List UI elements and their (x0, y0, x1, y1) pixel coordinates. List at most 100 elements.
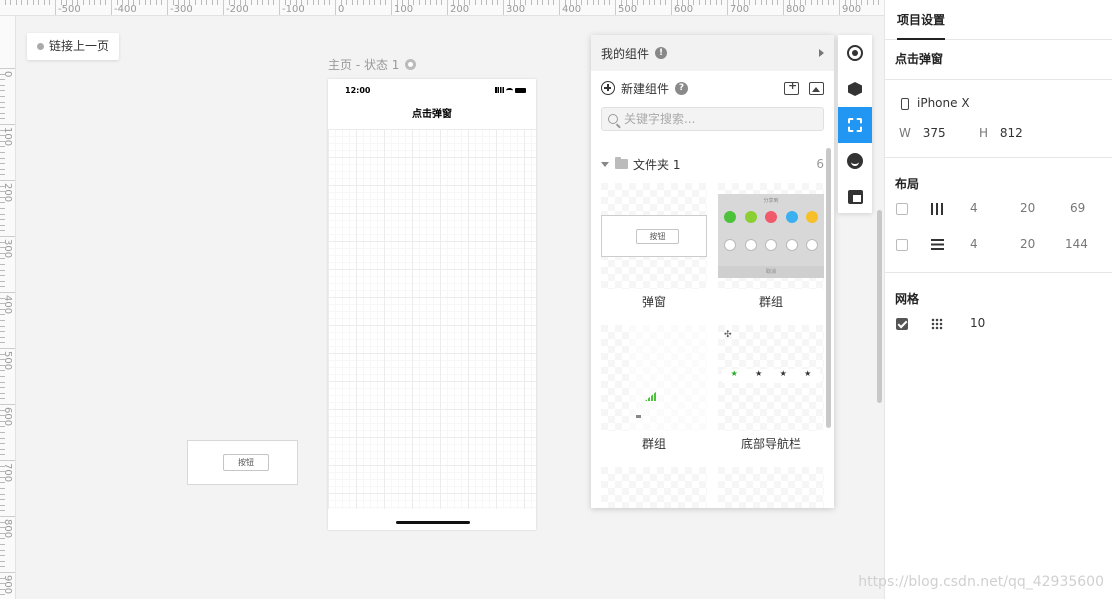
layout-columns-checkbox[interactable] (896, 203, 908, 215)
component-thumb-bottom-nav[interactable]: ✣ ★ ★ ★ ★ (718, 325, 824, 431)
target-tool-button[interactable] (838, 35, 872, 71)
bottom-nav-preview: ★ ★ ★ ★ (722, 369, 820, 383)
ruler-tick (783, 0, 784, 15)
ruler-tick (4, 0, 6, 5)
ruler-tick (0, 404, 15, 405)
rows-count[interactable]: 4 (970, 237, 978, 251)
ruler-tick (0, 572, 15, 573)
new-component-label[interactable]: 新建组件 (621, 80, 669, 97)
ruler-tick (861, 0, 863, 5)
component-thumb-share-group[interactable]: 分享到 取消 (718, 183, 824, 289)
tab-project-settings-label: 项目设置 (897, 0, 946, 40)
floating-button-widget[interactable]: 按钮 (187, 440, 298, 485)
watermark: https://blog.csdn.net/qq_42935600 (858, 574, 1104, 590)
my-components-tool-button[interactable] (838, 107, 872, 143)
link-back-button[interactable]: 链接上一页 (27, 33, 120, 60)
ruler-label: 400 (562, 4, 582, 15)
widget-button[interactable]: 按钮 (223, 454, 269, 471)
add-circle-icon[interactable] (601, 81, 615, 95)
ruler-tick (0, 555, 5, 557)
chevron-right-icon[interactable] (819, 49, 824, 57)
ruler-tick (811, 0, 812, 5)
ruler-tick (878, 0, 880, 5)
moments-icon (744, 211, 757, 223)
ruler-tick (318, 0, 320, 5)
folder-icon (615, 157, 628, 169)
grid-checkbox[interactable] (896, 318, 908, 330)
component-thumb-more[interactable] (718, 467, 824, 508)
folder-row[interactable]: 文件夹 1 6 (591, 153, 834, 175)
ruler-label: -300 (170, 4, 193, 15)
page-settings-icon[interactable] (405, 59, 417, 70)
signal-icon (495, 87, 504, 93)
width-value[interactable]: 375 (923, 126, 946, 140)
library-header[interactable]: 我的组件 ! (591, 35, 834, 71)
width-field[interactable]: W 375 (899, 126, 946, 140)
ruler-tick (665, 0, 667, 5)
phone-status-bar: 12:00 (328, 79, 536, 101)
tab-project-settings[interactable]: 项目设置 (885, 0, 1112, 40)
ruler-tick (27, 0, 28, 5)
rows-icon (931, 239, 944, 250)
rows-size[interactable]: 144 (1065, 237, 1088, 251)
ruler-tick (749, 0, 751, 5)
info-icon[interactable]: ! (655, 47, 668, 59)
artboard-grid (328, 129, 536, 509)
layout-icon (847, 190, 863, 204)
project-settings-panel: 项目设置 点击弹窗 iPhone X W 375 H 812 布局 4 20 6… (858, 0, 1112, 599)
ruler-tick (391, 0, 392, 15)
layout-rows-checkbox[interactable] (896, 239, 908, 251)
canvas-scrollbar[interactable] (877, 210, 882, 403)
help-icon[interactable]: ? (675, 81, 689, 95)
grid-dots-icon (931, 318, 943, 330)
device-selector[interactable]: iPhone X (901, 96, 970, 110)
ruler-tick (547, 0, 549, 5)
ruler-tick (671, 0, 672, 15)
wifi-icon (506, 87, 513, 93)
search-box[interactable] (601, 107, 824, 131)
ruler-tick (0, 84, 5, 86)
ruler-tick (419, 0, 420, 5)
ruler-tick (385, 0, 387, 5)
project-name-section: 点击弹窗 (885, 40, 1112, 80)
new-folder-icon[interactable] (784, 79, 799, 95)
columns-size[interactable]: 69 (1070, 201, 1085, 215)
ruler-tick (144, 0, 146, 5)
search-input[interactable] (624, 112, 804, 126)
templates-tool-button[interactable] (838, 179, 872, 215)
grid-size[interactable]: 10 (970, 316, 985, 330)
height-field[interactable]: H 812 (979, 126, 1023, 140)
caret-down-icon[interactable] (601, 161, 609, 167)
ruler-tick (43, 0, 45, 5)
ruler-tick (0, 376, 5, 377)
height-value[interactable]: 812 (1000, 126, 1023, 140)
ruler-label: 500 (618, 4, 638, 15)
ruler-tick (0, 348, 15, 349)
page-state-label[interactable]: 主页 - 状态 1 (328, 56, 417, 73)
library-scrollbar[interactable] (826, 148, 831, 428)
ruler-tick (15, 0, 17, 5)
image-icon[interactable] (809, 81, 824, 95)
rows-gutter[interactable]: 20 (1020, 237, 1035, 251)
battery-icon (515, 87, 526, 93)
ruler-tick (0, 157, 5, 159)
ruler-tick (0, 387, 5, 389)
ruler-tick (867, 0, 868, 5)
phone-artboard[interactable]: 12:00 点击弹窗 (328, 79, 536, 530)
ruler-tick (217, 0, 219, 5)
components-tool-button[interactable] (838, 71, 872, 107)
component-thumb-popup[interactable]: 按钮 (601, 183, 707, 289)
ruler-tick (827, 0, 829, 5)
ruler-tick (0, 118, 5, 120)
ruler-tick (0, 443, 5, 445)
icons-tool-button[interactable] (838, 143, 872, 179)
columns-gutter[interactable]: 20 (1020, 201, 1035, 215)
ruler-tick (777, 0, 779, 5)
ruler-tick (0, 286, 5, 288)
component-thumb-status-group[interactable] (601, 325, 707, 431)
share-misc-icon (806, 239, 818, 251)
ruler-tick (766, 0, 768, 5)
columns-count[interactable]: 4 (970, 201, 978, 215)
component-thumb-more[interactable] (601, 467, 707, 508)
device-name: iPhone X (917, 96, 970, 110)
